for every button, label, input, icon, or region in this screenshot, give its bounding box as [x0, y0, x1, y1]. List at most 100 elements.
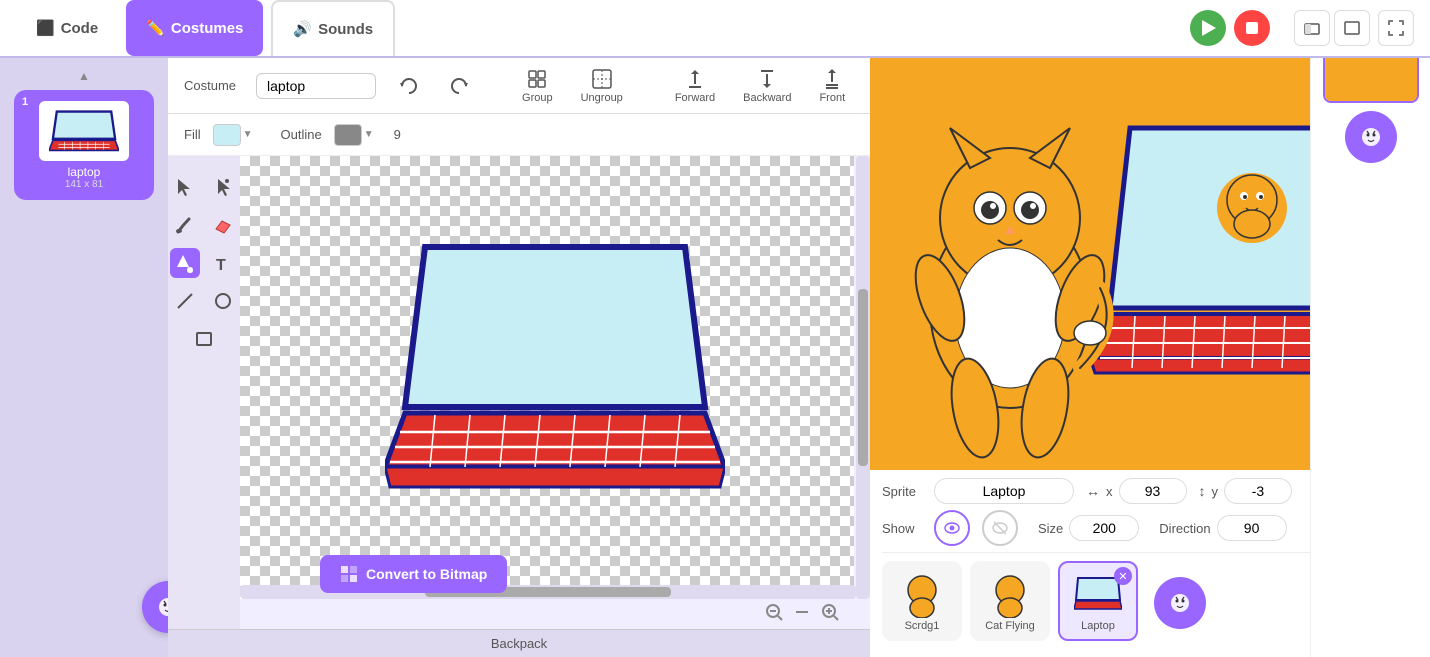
- tab-code[interactable]: ⬛ Code: [16, 0, 118, 56]
- rectangle-tool-button[interactable]: [189, 324, 219, 354]
- top-bar: ⬛ Code ✏️ Costumes 🔊 Sounds: [0, 0, 1430, 58]
- small-stage-button[interactable]: [1294, 10, 1330, 46]
- vertical-scrollbar-thumb[interactable]: [858, 289, 868, 466]
- eraser-tool-button[interactable]: [208, 210, 238, 240]
- laptop-illustration: [385, 237, 725, 497]
- sprite-card-3-label: Laptop: [1081, 620, 1115, 632]
- x-icon: ↔: [1086, 483, 1100, 499]
- laptop-svg: [385, 237, 725, 497]
- costume-field-label: Costume: [184, 78, 236, 93]
- direction-label: Direction: [1159, 521, 1210, 536]
- backpack-bar[interactable]: Backpack: [168, 629, 870, 657]
- y-icon: ↕: [1199, 483, 1206, 499]
- sprite-card-image: [986, 570, 1034, 618]
- costume-editor: Costume Group Ungroup Forwar: [168, 58, 870, 657]
- add-sprite-button[interactable]: [1154, 577, 1206, 629]
- costume-preview-image: [49, 106, 119, 156]
- brush-tool-button[interactable]: [170, 210, 200, 240]
- add-backdrop-button[interactable]: [1345, 111, 1397, 163]
- front-label: Front: [819, 92, 845, 104]
- backward-label: Backward: [743, 92, 791, 104]
- costumes-icon: ✏️: [146, 19, 165, 37]
- main-layout: ▲ 1: [0, 58, 1430, 657]
- ungroup-button[interactable]: Ungroup: [575, 64, 629, 108]
- outline-swatch[interactable]: ▼: [334, 124, 374, 146]
- forward-button[interactable]: Forward: [669, 64, 721, 108]
- editor-toolbar: Costume Group Ungroup Forwar: [168, 58, 870, 114]
- svg-text:T: T: [216, 257, 226, 273]
- add-costume-button[interactable]: [142, 581, 168, 633]
- outline-color-box[interactable]: [334, 124, 362, 146]
- direction-input[interactable]: [1217, 515, 1287, 541]
- tab-costumes-label: Costumes: [171, 20, 244, 37]
- add-backdrop-icon: [1357, 123, 1385, 151]
- convert-to-bitmap-button[interactable]: Convert to Bitmap: [320, 555, 507, 593]
- zoom-reset-button[interactable]: [792, 602, 812, 627]
- show-hidden-button[interactable]: [982, 510, 1018, 546]
- eye-icon: [943, 519, 961, 537]
- costume-size-label: 141 x 81: [65, 179, 103, 190]
- x-input[interactable]: [1119, 478, 1187, 504]
- text-tool-button[interactable]: T: [208, 248, 238, 278]
- fullscreen-button[interactable]: [1378, 10, 1414, 46]
- sprite-card-scrdg1[interactable]: Scrdg1: [882, 561, 962, 641]
- convert-icon: [340, 565, 358, 583]
- right-panel: Sprite ↔ x ↕ y Show: [870, 58, 1430, 657]
- convert-btn-label: Convert to Bitmap: [366, 566, 487, 582]
- ungroup-label: Ungroup: [581, 92, 623, 104]
- costume-list: ▲ 1: [0, 58, 168, 657]
- y-input[interactable]: [1224, 478, 1292, 504]
- show-visible-button[interactable]: [934, 510, 970, 546]
- costume-number: 1: [22, 96, 28, 108]
- tab-sounds-label: Sounds: [318, 21, 373, 38]
- stage-thumb-inner: [1325, 58, 1417, 101]
- fill-tool-button[interactable]: [170, 248, 200, 278]
- costume-thumbnail: [39, 101, 129, 161]
- costume-item[interactable]: 1 laptop: [14, 90, 154, 200]
- sprite-delete-button[interactable]: ✕: [1114, 567, 1132, 585]
- costume-name-input[interactable]: [256, 73, 376, 99]
- view-buttons: [1294, 10, 1414, 46]
- vertical-scrollbar[interactable]: [856, 156, 870, 599]
- front-button[interactable]: Front: [813, 64, 851, 108]
- eye-slash-icon: [991, 519, 1009, 537]
- tab-code-label: Code: [61, 20, 99, 37]
- add-sprite-icon: [1166, 589, 1194, 617]
- stop-button[interactable]: [1234, 10, 1270, 46]
- rotate-right-button[interactable]: [442, 71, 476, 101]
- reshape-tool-button[interactable]: [208, 172, 238, 202]
- tab-costumes[interactable]: ✏️ Costumes: [126, 0, 263, 56]
- stage-thumbnail[interactable]: [1323, 58, 1419, 103]
- sprite-card-1-label: Scrdg1: [905, 620, 940, 632]
- sprite-card-laptop[interactable]: ✕ Laptop: [1058, 561, 1138, 641]
- fill-color-box[interactable]: [213, 124, 241, 146]
- line-tool-button[interactable]: [170, 286, 200, 316]
- show-label: Show: [882, 521, 922, 536]
- sprite-card-cat-flying[interactable]: Cat Flying: [970, 561, 1050, 641]
- rotate-left-button[interactable]: [392, 71, 426, 101]
- large-stage-button[interactable]: [1334, 10, 1370, 46]
- sprite-card-image: [898, 570, 946, 618]
- fill-dropdown-arrow[interactable]: ▼: [243, 129, 253, 140]
- backward-button[interactable]: Backward: [737, 64, 797, 108]
- circle-tool-button[interactable]: [208, 286, 238, 316]
- select-tool-button[interactable]: [170, 172, 200, 202]
- zoom-out-button[interactable]: [764, 602, 784, 627]
- tools-panel: T: [168, 156, 240, 629]
- canvas-area: T: [168, 156, 870, 629]
- cat-icon: [154, 593, 168, 621]
- drawing-canvas[interactable]: Convert to Bitmap: [240, 156, 870, 629]
- size-input[interactable]: [1069, 515, 1139, 541]
- sprite-name-input[interactable]: [934, 478, 1074, 504]
- size-group: Size: [1038, 515, 1139, 541]
- sounds-icon: 🔊: [293, 20, 312, 38]
- group-button[interactable]: Group: [516, 64, 559, 108]
- zoom-in-button[interactable]: [820, 602, 840, 627]
- tab-sounds[interactable]: 🔊 Sounds: [271, 0, 395, 56]
- size-label: Size: [1038, 521, 1063, 536]
- stage-panel: Stage: [1310, 58, 1430, 657]
- zoom-controls: [764, 602, 840, 627]
- fill-swatch[interactable]: ▼: [213, 124, 253, 146]
- green-flag-button[interactable]: [1190, 10, 1226, 46]
- outline-dropdown-arrow[interactable]: ▼: [364, 129, 374, 140]
